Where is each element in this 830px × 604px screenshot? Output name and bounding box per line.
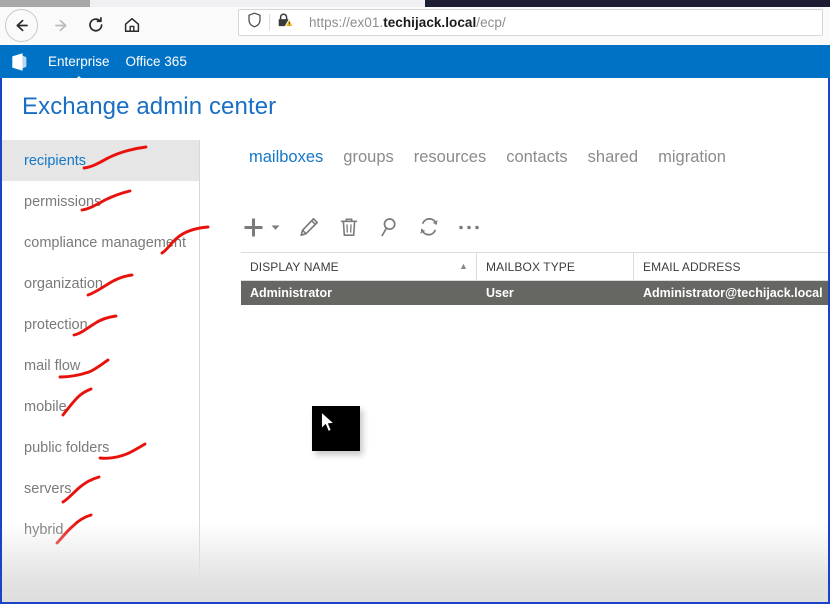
sidebar-item-organization[interactable]: organization xyxy=(2,263,199,304)
url-path: /ecp/ xyxy=(476,15,506,30)
content-tabs: mailboxes groups resources contacts shar… xyxy=(249,148,726,167)
sidebar-item-label: compliance management xyxy=(24,234,187,251)
tab-mailboxes[interactable]: mailboxes xyxy=(249,148,323,167)
tab-strip-sliver xyxy=(0,0,90,7)
refresh-button[interactable] xyxy=(417,212,441,242)
reload-button[interactable] xyxy=(78,8,114,42)
column-header-display-name[interactable]: DISPLAY NAME ▲ xyxy=(241,253,477,280)
search-button[interactable] xyxy=(377,212,401,242)
sidebar-item-mobile[interactable]: mobile xyxy=(2,386,199,427)
lock-warning-icon xyxy=(277,12,294,33)
column-header-label: MAILBOX TYPE xyxy=(486,259,576,274)
cell-display-name: Administrator xyxy=(250,286,332,300)
column-header-label: DISPLAY NAME xyxy=(250,259,339,274)
tab-resources[interactable]: resources xyxy=(414,148,486,167)
tab-groups[interactable]: groups xyxy=(343,148,393,167)
home-icon xyxy=(123,16,141,34)
mouse-pointer-icon xyxy=(320,411,337,440)
sidebar-item-label: organization xyxy=(24,275,103,292)
mailbox-grid: DISPLAY NAME ▲ MAILBOX TYPE EMAIL ADDRES… xyxy=(241,252,828,305)
command-toolbar xyxy=(241,210,481,244)
sidebar-item-label: protection xyxy=(24,316,88,333)
sidebar-nav: recipients permissions compliance manage… xyxy=(2,140,200,602)
site-security-button[interactable] xyxy=(270,10,300,35)
url-scheme: https://ex01. xyxy=(309,15,384,30)
ellipsis-icon xyxy=(458,224,480,231)
sidebar-item-label: hybrid xyxy=(24,521,64,538)
sidebar-item-compliance-management[interactable]: compliance management xyxy=(2,222,199,263)
office365-suite-bar: Enterprise Office 365 xyxy=(0,45,830,82)
address-bar[interactable]: https://ex01.techijack.local/ecp/ xyxy=(238,9,823,36)
sidebar-item-label: recipients xyxy=(24,152,87,169)
new-dropdown-button[interactable] xyxy=(269,212,281,242)
sidebar-item-hybrid[interactable]: hybrid xyxy=(2,509,199,550)
url-text: https://ex01.techijack.local/ecp/ xyxy=(300,15,506,30)
more-button[interactable] xyxy=(457,212,481,242)
pencil-icon xyxy=(299,217,319,237)
caret-down-icon xyxy=(271,224,280,231)
sidebar-item-servers[interactable]: servers xyxy=(2,468,199,509)
arrow-right-icon xyxy=(52,17,69,34)
table-row[interactable]: Administrator User Administrator@techija… xyxy=(241,281,828,305)
sidebar-item-permissions[interactable]: permissions xyxy=(2,181,199,222)
tab-migration[interactable]: migration xyxy=(658,148,726,167)
back-button[interactable] xyxy=(5,8,38,42)
sidebar-item-mail-flow[interactable]: mail flow xyxy=(2,345,199,386)
home-button[interactable] xyxy=(114,8,150,42)
magnifier-icon xyxy=(380,217,399,237)
trash-icon xyxy=(340,217,358,237)
sidebar-item-label: public folders xyxy=(24,439,110,456)
browser-nav-buttons xyxy=(5,8,150,42)
plus-icon xyxy=(243,217,264,238)
page-title: Exchange admin center xyxy=(22,93,277,120)
screen-root: https://ex01.techijack.local/ecp/ Enterp… xyxy=(0,0,830,604)
cell-mailbox-type: User xyxy=(486,286,514,300)
sidebar-item-public-folders[interactable]: public folders xyxy=(2,427,199,468)
column-header-email-address[interactable]: EMAIL ADDRESS xyxy=(634,253,828,280)
edit-button[interactable] xyxy=(297,212,321,242)
arrow-left-icon xyxy=(13,17,30,34)
url-host: techijack.local xyxy=(383,15,477,30)
column-header-label: EMAIL ADDRESS xyxy=(643,259,741,274)
sort-ascending-icon: ▲ xyxy=(458,261,468,271)
sidebar-item-label: mail flow xyxy=(24,357,81,374)
shield-icon xyxy=(247,12,262,33)
tracking-protection-shield[interactable] xyxy=(239,10,269,35)
sidebar-item-protection[interactable]: protection xyxy=(2,304,199,345)
tab-shared[interactable]: shared xyxy=(588,148,638,167)
main-content: mailboxes groups resources contacts shar… xyxy=(201,140,828,602)
suite-link-office365[interactable]: Office 365 xyxy=(126,54,187,69)
column-header-mailbox-type[interactable]: MAILBOX TYPE xyxy=(477,253,634,280)
mouse-cursor-highlight xyxy=(312,406,360,451)
tab-contacts[interactable]: contacts xyxy=(506,148,567,167)
sidebar-item-label: servers xyxy=(24,480,72,497)
sidebar-item-recipients[interactable]: recipients xyxy=(2,140,199,181)
forward-button[interactable] xyxy=(42,8,78,42)
suite-link-enterprise[interactable]: Enterprise xyxy=(48,54,110,82)
sidebar-item-label: permissions xyxy=(24,193,102,210)
sidebar-item-label: mobile xyxy=(24,398,67,415)
new-button[interactable] xyxy=(241,212,265,242)
reload-icon xyxy=(87,16,105,34)
delete-button[interactable] xyxy=(337,212,361,242)
refresh-icon xyxy=(419,218,439,236)
cell-email-address: Administrator@techijack.local xyxy=(643,286,823,300)
grid-header-row: DISPLAY NAME ▲ MAILBOX TYPE EMAIL ADDRES… xyxy=(241,252,828,281)
browser-chrome: https://ex01.techijack.local/ecp/ xyxy=(0,0,830,45)
exchange-admin-center: Exchange admin center recipients permiss… xyxy=(0,78,830,604)
tab-strip-background xyxy=(90,0,425,7)
office-logo-icon[interactable] xyxy=(8,51,30,73)
